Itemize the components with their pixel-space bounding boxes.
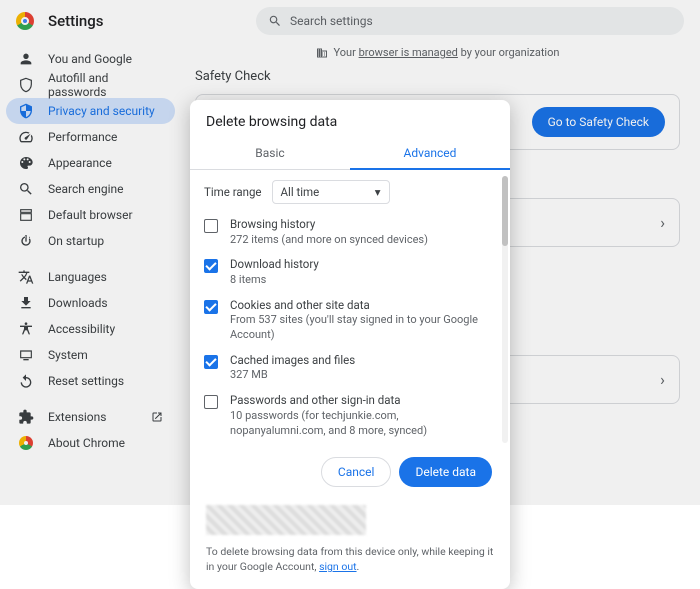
blurred-account-block: [206, 505, 366, 535]
option-download-history[interactable]: Download history8 items: [204, 252, 496, 292]
scrollbar[interactable]: [502, 176, 508, 443]
tab-basic[interactable]: Basic: [190, 138, 350, 170]
checkbox[interactable]: [204, 259, 218, 273]
delete-browsing-data-dialog: Delete browsing data Basic Advanced Time…: [190, 100, 510, 589]
option-browsing-history[interactable]: Browsing history272 items (and more on s…: [204, 212, 496, 252]
modal-overlay: Delete browsing data Basic Advanced Time…: [0, 0, 700, 505]
checkbox[interactable]: [204, 355, 218, 369]
option-cookies[interactable]: Cookies and other site dataFrom 537 site…: [204, 293, 496, 348]
checkbox[interactable]: [204, 300, 218, 314]
dialog-tabs: Basic Advanced: [190, 138, 510, 170]
chevron-down-icon: ▾: [375, 185, 381, 199]
tab-advanced[interactable]: Advanced: [350, 138, 510, 170]
checkbox[interactable]: [204, 219, 218, 233]
option-passwords[interactable]: Passwords and other sign-in data10 passw…: [204, 388, 496, 443]
dialog-footer-text: To delete browsing data from this device…: [206, 545, 494, 574]
sign-out-link[interactable]: sign out: [319, 560, 356, 573]
delete-data-button[interactable]: Delete data: [399, 457, 492, 487]
option-cached[interactable]: Cached images and files327 MB: [204, 348, 496, 388]
cancel-button[interactable]: Cancel: [321, 457, 392, 487]
dialog-body: Time range All time▾ Browsing history272…: [190, 170, 510, 449]
time-range-label: Time range: [204, 185, 262, 199]
scrollbar-thumb[interactable]: [502, 176, 508, 246]
checkbox[interactable]: [204, 395, 218, 409]
dialog-title: Delete browsing data: [190, 100, 510, 138]
time-range-select[interactable]: All time▾: [272, 180, 390, 204]
